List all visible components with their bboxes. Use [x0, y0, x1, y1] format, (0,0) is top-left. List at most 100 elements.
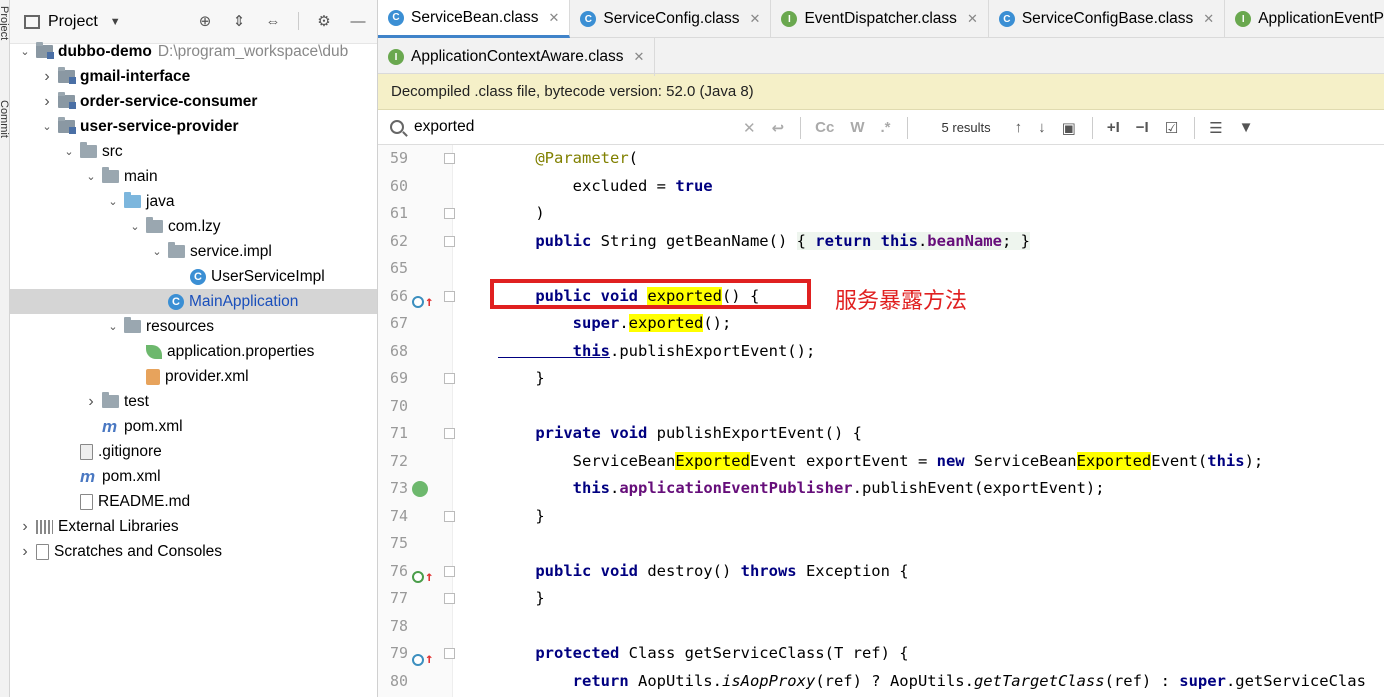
locate-icon[interactable]: ⊕ — [196, 12, 214, 30]
minimize-icon[interactable]: — — [349, 12, 367, 30]
regex-button[interactable]: .* — [881, 119, 891, 136]
tree-item[interactable]: ⌄ resources — [10, 314, 377, 339]
select-all-matches-icon[interactable]: ☑ — [1165, 119, 1178, 137]
arrow-down-icon[interactable]: ↓ — [1038, 119, 1046, 136]
tree-item-label: pom.xml — [124, 417, 183, 435]
fold-marker-icon[interactable] — [444, 648, 455, 659]
tree-item[interactable]: m pom.xml — [10, 414, 377, 439]
search-input[interactable] — [414, 118, 734, 136]
words-button[interactable]: W — [850, 119, 864, 136]
project-view-title[interactable]: Project — [48, 13, 98, 31]
select-all-occurrences-icon[interactable]: ▣ — [1062, 119, 1076, 137]
tree-item[interactable]: C MainApplication — [10, 289, 377, 314]
code-text: ServiceBeanExportedEvent exportEvent = n… — [498, 448, 1263, 476]
line-number: 67 — [389, 314, 408, 332]
fold-marker-icon[interactable] — [444, 428, 455, 439]
add-occurrence-icon[interactable]: +I — [1107, 119, 1120, 136]
gear-icon[interactable]: ⚙ — [315, 12, 333, 30]
close-icon[interactable]: ✕ — [967, 11, 978, 27]
class-icon: C — [190, 268, 206, 285]
tree-item[interactable]: › gmail-interface — [10, 64, 377, 89]
fold-marker-icon[interactable] — [444, 290, 455, 302]
expand-all-icon[interactable]: ⇕ — [230, 12, 248, 30]
tree-item[interactable]: m pom.xml — [10, 464, 377, 489]
editor-tab[interactable]: C ServiceBean.class ✕ — [378, 0, 571, 38]
code-token: new — [936, 451, 974, 470]
code-line: 59 @Parameter( — [378, 145, 1384, 173]
fold-marker-icon[interactable] — [444, 153, 455, 164]
code-token: this — [498, 479, 610, 497]
tree-item[interactable]: ⌄ dubbo-demo D:\program_workspace\dub — [10, 39, 377, 64]
chevron-right-icon[interactable]: › — [40, 93, 54, 111]
markdown-file-icon — [80, 493, 93, 510]
chevron-down-icon[interactable]: ⌄ — [150, 245, 164, 258]
chevron-right-icon[interactable]: › — [84, 393, 98, 411]
tree-item[interactable]: › test — [10, 389, 377, 414]
tree-item-label: test — [124, 392, 149, 410]
tree-item-label: MainApplication — [189, 292, 299, 310]
fold-marker-icon[interactable] — [444, 593, 455, 604]
tree-item[interactable]: C UserServiceImpl — [10, 264, 377, 289]
filter-options-icon[interactable]: ☰ — [1209, 119, 1222, 137]
close-icon[interactable]: ✕ — [634, 49, 645, 65]
editor-tab[interactable]: C ServiceConfig.class ✕ — [570, 0, 772, 38]
close-icon[interactable]: ✕ — [750, 11, 761, 27]
code-token: .publishEvent(exportEvent); — [852, 479, 1105, 497]
tree-item[interactable]: › External Libraries — [10, 514, 377, 539]
chevron-down-icon[interactable]: ⌄ — [40, 120, 54, 133]
search-icon[interactable] — [390, 120, 404, 134]
tree-item[interactable]: README.md — [10, 489, 377, 514]
find-bar: ✕ ↩ Cc W .* 5 results ↑ ↓ ▣ +I −I ☑ ☰ ▼ — [378, 110, 1384, 145]
code-token: Exported — [675, 451, 750, 470]
replace-toggle-icon[interactable]: ↩ — [772, 119, 785, 137]
clear-search-icon[interactable]: ✕ — [743, 119, 756, 137]
close-icon[interactable]: ✕ — [549, 10, 560, 26]
tree-item[interactable]: ⌄ java — [10, 189, 377, 214]
tree-item[interactable]: ⌄ com.lzy — [10, 214, 377, 239]
fold-marker-icon[interactable] — [444, 510, 455, 522]
project-tool-label[interactable]: Project — [0, 6, 10, 40]
remove-occurrence-icon[interactable]: −I — [1136, 119, 1149, 136]
tree-item[interactable]: ⌄ main — [10, 164, 377, 189]
chevron-right-icon[interactable]: › — [18, 518, 32, 536]
filter-icon[interactable]: ▼ — [1239, 119, 1254, 136]
tree-item[interactable]: ⌄ user-service-provider — [10, 114, 377, 139]
arrow-up-icon[interactable]: ↑ — [1015, 119, 1023, 136]
editor-tab[interactable]: I EventDispatcher.class ✕ — [771, 0, 989, 38]
tree-item[interactable]: provider.xml — [10, 364, 377, 389]
chevron-down-icon[interactable]: ⌄ — [18, 45, 32, 58]
chevron-down-icon[interactable]: ⌄ — [106, 320, 120, 333]
collapse-all-icon[interactable]: ⇔ — [264, 12, 282, 30]
tree-item[interactable]: › Scratches and Consoles — [10, 539, 377, 564]
xml-file-icon — [146, 368, 160, 385]
tree-item-label: UserServiceImpl — [211, 267, 325, 285]
fold-marker-icon[interactable] — [444, 208, 455, 219]
maven-icon: m — [102, 416, 118, 436]
code-token: ; } — [1001, 231, 1030, 250]
commit-tool-label[interactable]: Commit — [0, 100, 10, 138]
fold-marker-icon[interactable] — [444, 565, 455, 577]
match-case-button[interactable]: Cc — [815, 119, 834, 136]
fold-marker-icon[interactable] — [444, 373, 455, 384]
tree-item[interactable]: ⌄ service.impl — [10, 239, 377, 264]
chevron-right-icon[interactable]: › — [18, 543, 32, 561]
chevron-down-icon[interactable]: ⌄ — [128, 220, 142, 233]
tree-item[interactable]: ⌄ src — [10, 139, 377, 164]
editor-tab[interactable]: C ServiceConfigBase.class ✕ — [989, 0, 1226, 38]
close-icon[interactable]: ✕ — [1203, 11, 1214, 27]
spring-bean-gutter-icon[interactable] — [412, 481, 428, 497]
tree-item[interactable]: › order-service-consumer — [10, 89, 377, 114]
chevron-down-icon[interactable]: ⌄ — [84, 170, 98, 183]
chevron-down-icon[interactable]: ⌄ — [62, 145, 76, 158]
chevron-right-icon[interactable]: › — [40, 68, 54, 86]
module-folder-icon — [58, 67, 76, 84]
fold-marker-icon[interactable] — [444, 235, 455, 247]
tree-item[interactable]: .gitignore — [10, 439, 377, 464]
editor-tab[interactable]: I ApplicationContextAware.class ✕ — [378, 38, 656, 76]
editor-tab[interactable]: I ApplicationEventP — [1225, 0, 1384, 38]
chevron-down-icon[interactable]: ⌄ — [106, 195, 120, 208]
package-icon — [146, 217, 163, 233]
code-editor[interactable]: 59 @Parameter(60 excluded = true 61 ) 62 p… — [378, 145, 1384, 697]
tree-item[interactable]: application.properties — [10, 339, 377, 364]
chevron-down-icon[interactable]: ▼ — [110, 16, 121, 28]
